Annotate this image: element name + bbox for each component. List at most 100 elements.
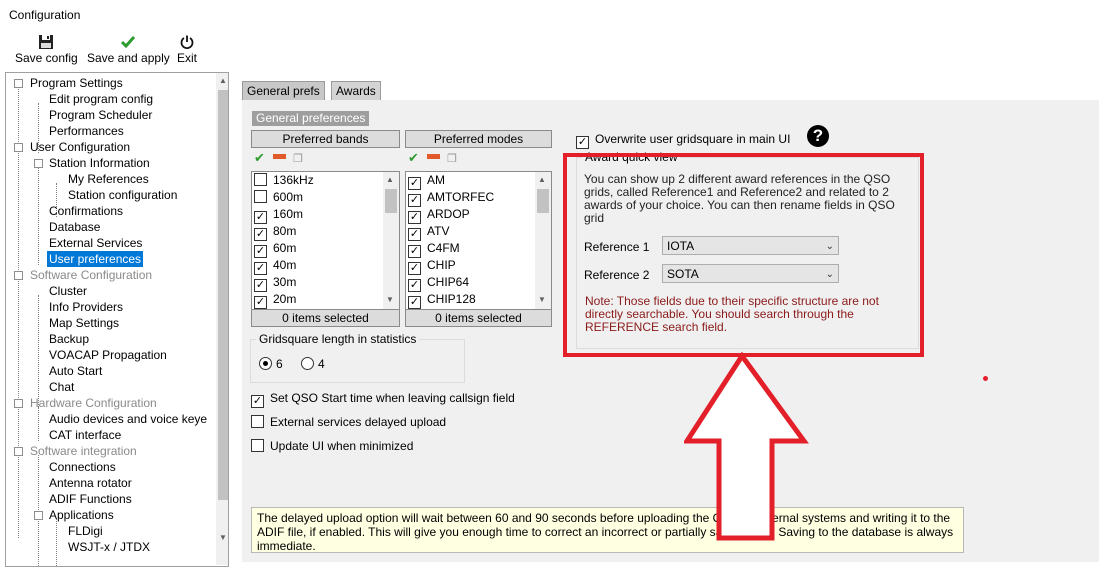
- uncheck-all-icon[interactable]: [426, 154, 440, 159]
- list-item[interactable]: ✓ 160m: [254, 206, 303, 224]
- list-item[interactable]: 136kHz: [254, 172, 314, 189]
- checkbox[interactable]: [254, 173, 267, 186]
- delayed-upload-checkbox[interactable]: External services delayed upload: [251, 415, 446, 429]
- scroll-up-icon[interactable]: ▲: [386, 175, 394, 184]
- bands-scrollbar[interactable]: ▲ ▼: [383, 172, 399, 309]
- scroll-down-icon[interactable]: ▼: [219, 533, 227, 542]
- tree-item-station-information[interactable]: Station Information: [47, 155, 152, 171]
- gridsquare-option-4[interactable]: 4: [301, 357, 325, 371]
- list-item[interactable]: ✓ 30m: [254, 274, 296, 292]
- update-ui-minimized-checkbox[interactable]: Update UI when minimized: [251, 439, 413, 453]
- list-item[interactable]: ✓ 20m: [254, 291, 296, 309]
- tree-item-program-settings[interactable]: Program Settings: [28, 75, 125, 91]
- tree-item-external-services[interactable]: External Services: [47, 235, 144, 251]
- check-all-icon[interactable]: ✔: [254, 150, 265, 165]
- list-item[interactable]: ✓ AMTORFEC: [408, 189, 494, 207]
- scroll-up-icon[interactable]: ▲: [219, 76, 227, 85]
- reference-2-select[interactable]: SOTA ⌄: [662, 264, 839, 283]
- tree-item-user-configuration[interactable]: User Configuration: [28, 139, 132, 155]
- radio-button[interactable]: [301, 357, 314, 370]
- tree-item-applications[interactable]: Applications: [47, 507, 116, 523]
- reference-1-select[interactable]: IOTA ⌄: [662, 236, 839, 255]
- list-item[interactable]: 600m: [254, 189, 303, 206]
- tree-item-software-configuration[interactable]: Software Configuration: [28, 267, 154, 283]
- checkbox[interactable]: ✓: [251, 395, 264, 408]
- tree-item-hardware-configuration[interactable]: Hardware Configuration: [28, 395, 159, 411]
- radio-button[interactable]: [259, 357, 272, 370]
- tree-item-fldigi[interactable]: FLDigi: [66, 523, 105, 539]
- tree-scrollbar[interactable]: ▲ ▼: [216, 73, 228, 565]
- save-and-apply-button[interactable]: Save and apply: [87, 34, 170, 65]
- checkbox[interactable]: ✓: [576, 136, 589, 149]
- tree-scroll-thumb[interactable]: [218, 90, 228, 500]
- checkbox[interactable]: [251, 439, 264, 452]
- set-qso-start-time-checkbox[interactable]: ✓ Set QSO Start time when leaving callsig…: [251, 391, 515, 408]
- tree-item-audio-devices[interactable]: Audio devices and voice keye: [47, 411, 209, 427]
- overwrite-gridsquare-checkbox[interactable]: ✓ Overwrite user gridsquare in main UI: [576, 132, 790, 149]
- tree-item-auto-start[interactable]: Auto Start: [47, 363, 104, 379]
- list-item[interactable]: ✓ ATV: [408, 223, 449, 241]
- tree-item-cluster[interactable]: Cluster: [47, 283, 89, 299]
- tree-expander-icon[interactable]: [14, 143, 23, 152]
- list-item[interactable]: ✓ CHIP64: [408, 274, 469, 292]
- preferred-modes-list[interactable]: ✓ AM ✓ AMTORFEC ✓ ARDOP ✓ ATV ✓ C4FM ✓ CHIP ✓ C…: [405, 171, 552, 310]
- tree-item-adif-functions[interactable]: ADIF Functions: [47, 491, 134, 507]
- save-config-button[interactable]: Save config: [15, 34, 78, 65]
- list-item[interactable]: ✓ 40m: [254, 257, 296, 275]
- window-title: Configuration: [9, 8, 81, 22]
- tree-item-cat-interface[interactable]: CAT interface: [47, 427, 123, 443]
- tree-item-edit-program-config[interactable]: Edit program config: [47, 91, 155, 107]
- modes-scroll-thumb[interactable]: [537, 189, 549, 213]
- tree-item-confirmations[interactable]: Confirmations: [47, 203, 125, 219]
- preferred-bands-header: Preferred bands: [251, 130, 400, 148]
- tree-expander-icon[interactable]: [14, 79, 23, 88]
- tree-item-backup[interactable]: Backup: [47, 331, 91, 347]
- check-all-icon[interactable]: ✔: [408, 150, 419, 165]
- list-item[interactable]: ✓ CHIP: [408, 257, 456, 275]
- tab-awards[interactable]: Awards: [331, 81, 381, 102]
- tree-item-my-references[interactable]: My References: [66, 171, 151, 187]
- tree-expander-icon[interactable]: [14, 271, 23, 280]
- checkbox[interactable]: ✓: [254, 296, 267, 309]
- tree-item-wsjt[interactable]: WSJT-x / JTDX: [66, 539, 152, 555]
- tree-expander-icon[interactable]: [34, 511, 43, 520]
- tree-item-software-integration[interactable]: Software integration: [28, 443, 139, 459]
- tree-item-performances[interactable]: Performances: [47, 123, 126, 139]
- windows-icon[interactable]: ❐: [447, 153, 457, 165]
- tree-item-map-settings[interactable]: Map Settings: [47, 315, 121, 331]
- tree-item-info-providers[interactable]: Info Providers: [47, 299, 125, 315]
- list-item[interactable]: ✓ AM: [408, 172, 445, 190]
- tree-item-database[interactable]: Database: [47, 219, 102, 235]
- list-item[interactable]: ✓ C4FM: [408, 240, 460, 258]
- tree-expander-icon[interactable]: [14, 447, 23, 456]
- checkbox[interactable]: [251, 415, 264, 428]
- list-item[interactable]: ✓ 80m: [254, 223, 296, 241]
- checkbox[interactable]: [254, 190, 267, 203]
- list-item[interactable]: ✓ ARDOP: [408, 206, 470, 224]
- tree-item-user-preferences[interactable]: User preferences: [47, 251, 144, 267]
- help-icon[interactable]: ?: [807, 125, 829, 147]
- tree-item-voacap-propagation[interactable]: VOACAP Propagation: [47, 347, 169, 363]
- scroll-up-icon[interactable]: ▲: [538, 175, 546, 184]
- windows-icon[interactable]: ❐: [293, 153, 303, 165]
- scroll-down-icon[interactable]: ▼: [386, 295, 394, 304]
- list-item[interactable]: ✓ CHIP128: [408, 291, 476, 309]
- tree-expander-icon[interactable]: [14, 399, 23, 408]
- exit-button[interactable]: Exit: [177, 34, 197, 65]
- tab-general-prefs[interactable]: General prefs: [242, 81, 325, 102]
- tree-item-program-scheduler[interactable]: Program Scheduler: [47, 107, 154, 123]
- tree-expander-icon[interactable]: [34, 159, 43, 168]
- tree-item-antenna-rotator[interactable]: Antenna rotator: [47, 475, 134, 491]
- gridsquare-option-6[interactable]: 6: [259, 357, 283, 371]
- tree-item-chat[interactable]: Chat: [47, 379, 76, 395]
- tree-item-station-configuration[interactable]: Station configuration: [66, 187, 179, 203]
- checkbox[interactable]: ✓: [408, 296, 421, 309]
- settings-tree[interactable]: Program Settings Edit program config Pro…: [5, 72, 229, 567]
- bands-scroll-thumb[interactable]: [385, 189, 397, 213]
- tree-item-connections[interactable]: Connections: [47, 459, 118, 475]
- uncheck-all-icon[interactable]: [272, 154, 286, 159]
- preferred-bands-list[interactable]: 136kHz 600m ✓ 160m ✓ 80m ✓ 60m ✓ 40m ✓ 30m ✓ 2…: [251, 171, 400, 310]
- list-item[interactable]: ✓ 60m: [254, 240, 296, 258]
- modes-scrollbar[interactable]: ▲ ▼: [535, 172, 551, 309]
- scroll-down-icon[interactable]: ▼: [538, 295, 546, 304]
